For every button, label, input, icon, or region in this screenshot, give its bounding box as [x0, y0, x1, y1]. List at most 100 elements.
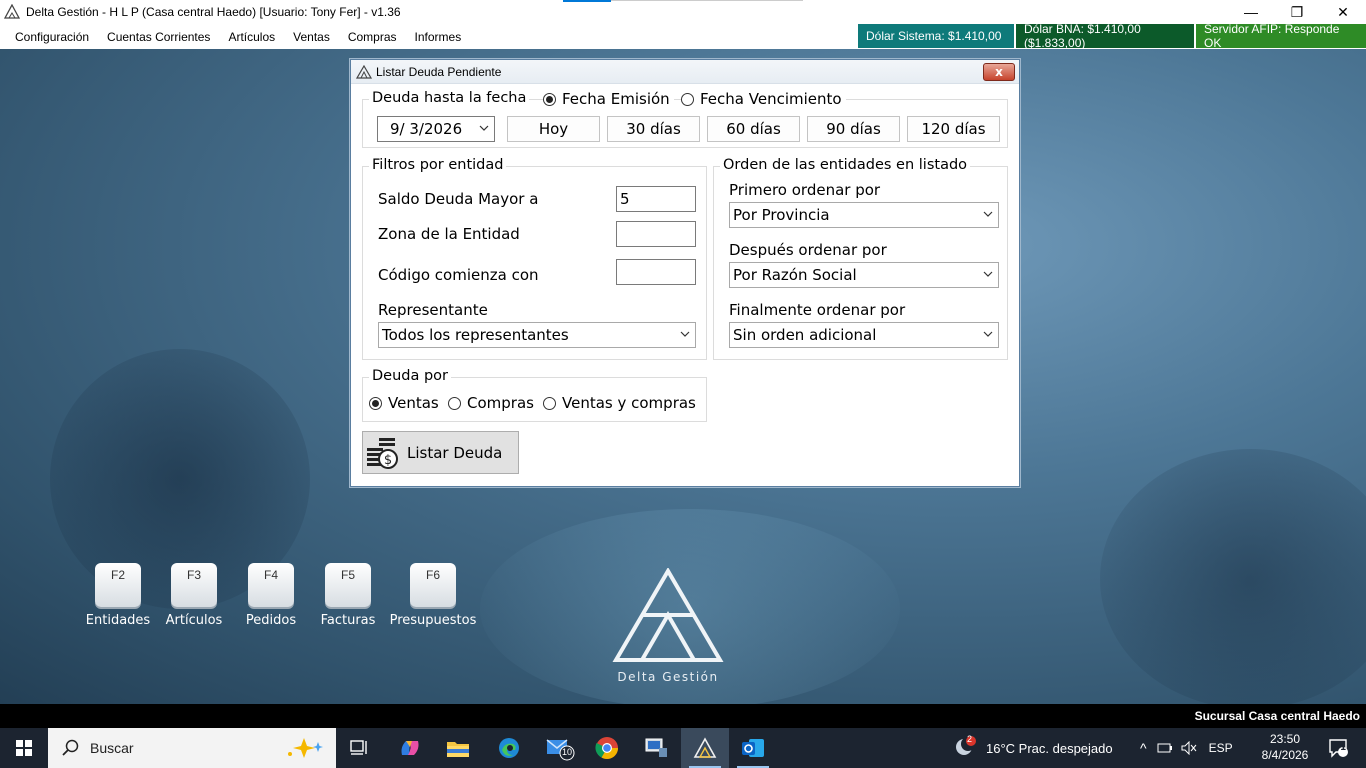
filters-legend: Filtros por entidad [369, 157, 507, 173]
radio-ventas-compras[interactable]: Ventas y compras [543, 394, 696, 412]
representante-label: Representante [378, 301, 488, 319]
fkey-pedidos[interactable]: F4 Pedidos [232, 563, 310, 628]
delta-gestion-logo: Delta Gestión [612, 567, 724, 684]
menu-informes[interactable]: Informes [406, 30, 471, 44]
window-titlebar: Delta Gestión - H L P (Casa central Haed… [0, 0, 1366, 24]
delta-gestion-app[interactable] [681, 728, 729, 768]
codigo-label: Código comienza con [378, 266, 539, 284]
radio-label: Ventas y compras [562, 394, 696, 412]
mail-app[interactable]: 10 [536, 728, 584, 768]
file-explorer-app[interactable] [434, 728, 482, 768]
chevron-down-icon [680, 331, 690, 337]
chrome-icon [595, 737, 618, 759]
chevron-down-icon [479, 125, 489, 131]
radio-compras[interactable]: Compras [448, 394, 534, 412]
60-dias-button[interactable]: 60 días [707, 116, 800, 142]
menu-ventas[interactable]: Ventas [284, 30, 339, 44]
radio-ventas[interactable]: Ventas [369, 394, 439, 412]
battery-icon[interactable] [1157, 741, 1173, 755]
logo-text: Delta Gestión [617, 670, 719, 684]
listar-deuda-button[interactable]: $ Listar Deuda [362, 431, 519, 474]
order-groupbox: Orden de las entidades en listado Primer… [713, 157, 1008, 360]
clock-date: 8/4/2026 [1261, 748, 1309, 762]
close-window-button[interactable]: ✕ [1320, 0, 1366, 24]
fkey-articulos[interactable]: F3 Artículos [156, 563, 232, 628]
select-value: Todos los representantes [382, 326, 569, 344]
f2-key-icon: F2 [95, 563, 141, 607]
representante-select[interactable]: Todos los representantes [378, 322, 696, 348]
copilot-app[interactable] [386, 728, 434, 768]
svg-text:$: $ [384, 453, 392, 468]
maximize-button[interactable]: ❐ [1274, 0, 1320, 24]
titlebar-accent [563, 0, 611, 2]
dialog-title: Listar Deuda Pendiente [376, 64, 502, 79]
final-order-select[interactable]: Sin orden adicional [729, 322, 999, 348]
90-dias-button[interactable]: 90 días [807, 116, 900, 142]
menu-configuracion[interactable]: Configuración [0, 30, 98, 44]
task-view-button[interactable] [336, 728, 384, 768]
windows-start-button[interactable] [0, 728, 48, 768]
fkey-label: Artículos [165, 613, 223, 628]
listar-deuda-dialog: Listar Deuda Pendiente x Deuda hasta la … [350, 59, 1020, 487]
function-keys: F2 Entidades F3 Artículos F4 Pedidos F5 … [80, 563, 480, 628]
radio-label: Fecha Emisión [562, 90, 670, 108]
date-picker[interactable]: 9/ 3/2026 [377, 116, 495, 142]
fkey-label: Entidades [85, 613, 151, 628]
branch-status-bar: Sucursal Casa central Haedo [0, 704, 1366, 728]
codigo-input[interactable] [616, 259, 696, 285]
second-order-select[interactable]: Por Razón Social [729, 262, 999, 288]
chevron-up-icon[interactable]: ^ [1140, 740, 1147, 756]
servidor-afip-badge: Servidor AFIP: Responde OK [1196, 22, 1366, 50]
clock[interactable]: 23:50 8/4/2026 [1250, 731, 1320, 763]
weather-widget[interactable]: 2 16°C Prac. despejado [952, 728, 1113, 768]
notification-count: 1 [1340, 743, 1347, 753]
30-dias-button[interactable]: 30 días [607, 116, 700, 142]
menu-compras[interactable]: Compras [339, 30, 406, 44]
outlook-app[interactable] [729, 728, 777, 768]
f6-key-icon: F6 [410, 563, 456, 607]
task-view-icon [350, 740, 367, 755]
saldo-deuda-input[interactable]: 5 [616, 186, 696, 212]
menu-cuentas-corrientes[interactable]: Cuentas Corrientes [98, 30, 219, 44]
radio-label: Fecha Vencimiento [700, 90, 842, 108]
120-dias-button[interactable]: 120 días [907, 116, 1000, 142]
remote-desktop-app[interactable] [632, 728, 680, 768]
money-stack-icon: $ [367, 437, 398, 469]
taskbar-search-box[interactable]: Buscar [48, 728, 336, 768]
hoy-button[interactable]: Hoy [507, 116, 600, 142]
second-order-label: Después ordenar por [729, 241, 887, 259]
edge-icon [499, 738, 519, 758]
volume-muted-icon[interactable] [1181, 741, 1197, 755]
weather-badge: 2 [967, 734, 973, 744]
language-indicator[interactable]: ESP [1209, 741, 1233, 755]
saldo-label: Saldo Deuda Mayor a [378, 190, 539, 208]
weather-text: 16°C Prac. despejado [986, 740, 1113, 756]
f3-key-icon: F3 [171, 563, 217, 607]
clock-time: 23:50 [1269, 732, 1301, 746]
titlebar-divider [611, 0, 803, 1]
fkey-facturas[interactable]: F5 Facturas [310, 563, 386, 628]
radio-unselected-icon [448, 396, 461, 410]
fkey-label: Pedidos [245, 613, 297, 628]
zona-input[interactable] [616, 221, 696, 247]
windows-logo-icon [16, 740, 32, 756]
radio-fecha-vencimiento[interactable]: Fecha Vencimiento [681, 90, 846, 108]
notification-center-button[interactable]: 1 [1318, 728, 1358, 768]
fkey-presupuestos[interactable]: F6 Presupuestos [386, 563, 480, 628]
listar-deuda-label: Listar Deuda [407, 443, 503, 462]
copilot-icon [401, 741, 419, 755]
branch-name: Sucursal Casa central Haedo [1194, 709, 1360, 723]
date-groupbox: Deuda hasta la fecha Fecha Emisión Fecha… [362, 90, 1008, 148]
chrome-app[interactable] [583, 728, 631, 768]
fkey-label: Facturas [320, 613, 376, 628]
system-tray: ^ ESP [1140, 728, 1233, 768]
radio-fecha-emision[interactable]: Fecha Emisión [543, 90, 674, 108]
date-group-legend: Deuda hasta la fecha [369, 90, 530, 106]
chevron-down-icon [983, 331, 993, 337]
minimize-button[interactable]: — [1228, 0, 1274, 24]
edge-browser-app[interactable] [485, 728, 533, 768]
dialog-close-button[interactable]: x [983, 63, 1015, 81]
menu-articulos[interactable]: Artículos [219, 30, 284, 44]
fkey-entidades[interactable]: F2 Entidades [80, 563, 156, 628]
first-order-select[interactable]: Por Provincia [729, 202, 999, 228]
